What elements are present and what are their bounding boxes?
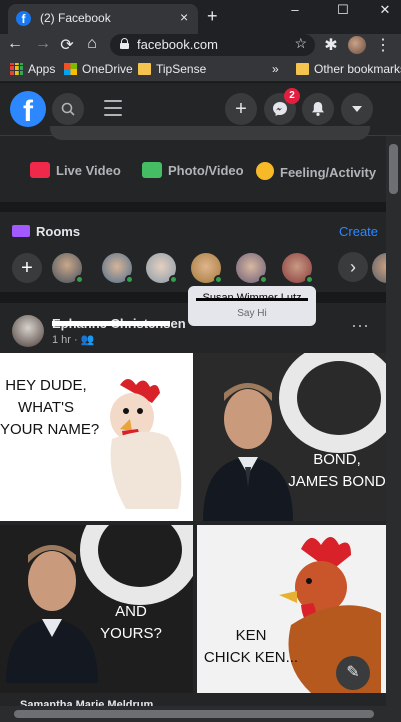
- tab-facebook[interactable]: f (2) Facebook ×: [8, 4, 198, 34]
- vertical-scrollbar[interactable]: [386, 136, 401, 706]
- room-avatar[interactable]: [236, 253, 268, 284]
- facebook-favicon-icon: f: [16, 11, 31, 26]
- bookmark-onedrive[interactable]: OneDrive: [64, 62, 133, 76]
- post-time[interactable]: 1 hr · 👥: [52, 333, 94, 346]
- photo-video-button[interactable]: Photo/Video: [142, 162, 244, 178]
- meme-caption-top-right: BOND, JAMES BOND: [288, 451, 386, 490]
- tab-strip: f (2) Facebook × + – ☐ ✕: [0, 0, 401, 34]
- meme-image[interactable]: HEY DUDE, WHAT'S YOUR NAME? BOND, JAMES …: [0, 353, 386, 693]
- address-bar[interactable]: facebook.com ☆: [110, 34, 315, 56]
- meme-panel-rooster-question: HEY DUDE, WHAT'S YOUR NAME?: [0, 353, 193, 521]
- room-avatar[interactable]: [191, 253, 223, 284]
- feeling-activity-button[interactable]: Feeling/Activity: [256, 162, 376, 180]
- composer-card: Live Video Photo/Video Feeling/Activity: [0, 126, 386, 202]
- browser-window: f (2) Facebook × + – ☐ ✕ ← → ⟳ ⌂ faceboo…: [0, 0, 401, 722]
- extensions-icon[interactable]: ✱: [322, 35, 340, 55]
- forward-button[interactable]: →: [34, 35, 52, 53]
- horizontal-scroll-thumb[interactable]: [14, 710, 374, 718]
- lock-icon: [120, 38, 129, 49]
- room-avatar[interactable]: [146, 253, 178, 284]
- man-portrait-image: [203, 383, 293, 521]
- meme-caption-top-left: HEY DUDE, WHAT'S YOUR NAME?: [0, 377, 100, 438]
- friends-icon: 👥: [80, 334, 95, 346]
- close-window-button[interactable]: ✕: [370, 2, 400, 18]
- rooms-next-button[interactable]: ›: [338, 252, 368, 282]
- video-camera-icon: [12, 225, 30, 237]
- chrome-menu-icon[interactable]: ⋮: [374, 35, 392, 55]
- bookmarks-overflow-button[interactable]: »: [272, 62, 279, 76]
- live-video-icon: [30, 162, 50, 178]
- room-tooltip: Susan Wimmer Lutz Say Hi: [188, 286, 316, 326]
- horizontal-scrollbar[interactable]: [0, 706, 401, 722]
- room-avatar[interactable]: [102, 253, 134, 284]
- meme-panel-bond-answer: BOND, JAMES BOND: [193, 353, 386, 521]
- url-text: facebook.com: [137, 37, 218, 52]
- photo-icon: [142, 162, 162, 178]
- microsoft-icon: [64, 63, 77, 75]
- live-video-button[interactable]: Live Video: [30, 162, 121, 178]
- bookmark-star-icon[interactable]: ☆: [294, 35, 307, 52]
- new-tab-button[interactable]: +: [207, 6, 218, 27]
- toolbar: ← → ⟳ ⌂ facebook.com ☆ ✱ ⋮: [0, 34, 401, 58]
- redaction-bar: [196, 298, 308, 301]
- messenger-badge: 2: [284, 88, 300, 104]
- bell-icon: [312, 102, 324, 116]
- create-button[interactable]: +: [225, 93, 257, 125]
- folder-icon: [296, 63, 309, 75]
- bookmark-other[interactable]: Other bookmarks: [296, 62, 401, 76]
- bookmark-apps[interactable]: Apps: [10, 62, 55, 76]
- feed-post: Ephanne Christensen 1 hr · 👥 ··· HEY DUD…: [0, 303, 386, 711]
- hamburger-icon[interactable]: [104, 100, 122, 118]
- tab-close-icon[interactable]: ×: [180, 9, 188, 25]
- smiley-icon: [256, 162, 274, 180]
- search-icon: [61, 102, 75, 116]
- composer-input[interactable]: [50, 126, 370, 140]
- create-room-button[interactable]: +: [12, 253, 42, 283]
- messenger-icon: [273, 102, 287, 116]
- home-button[interactable]: ⌂: [83, 35, 101, 53]
- rooms-card: Rooms Create +: [0, 212, 401, 292]
- new-message-fab[interactable]: ✎: [336, 656, 370, 690]
- maximize-button[interactable]: ☐: [328, 2, 358, 18]
- account-menu-button[interactable]: [341, 93, 373, 125]
- vertical-scroll-thumb[interactable]: [389, 144, 398, 194]
- man-portrait-image: [6, 545, 98, 683]
- bookmarks-bar: Apps OneDrive TipSense » Other bookmarks: [0, 58, 401, 82]
- rooms-title: Rooms: [12, 224, 80, 239]
- caret-down-icon: [352, 106, 362, 112]
- meme-panel-bond-question: AND YOURS?: [0, 525, 193, 693]
- post-options-button[interactable]: ···: [351, 315, 369, 336]
- rooms-create-link[interactable]: Create: [339, 224, 378, 239]
- reload-button[interactable]: ⟳: [58, 35, 76, 55]
- online-indicator: [305, 275, 314, 284]
- notifications-button[interactable]: [302, 93, 334, 125]
- rooster-image: [110, 379, 182, 509]
- profile-avatar[interactable]: [348, 36, 366, 54]
- folder-icon: [138, 63, 151, 75]
- search-button[interactable]: [52, 93, 84, 125]
- online-indicator: [169, 275, 178, 284]
- online-indicator: [125, 275, 134, 284]
- room-avatar[interactable]: [282, 253, 314, 284]
- author-avatar[interactable]: [12, 315, 44, 347]
- online-indicator: [214, 275, 223, 284]
- meme-caption-bottom-left: AND YOURS?: [100, 603, 162, 642]
- tab-title: (2) Facebook: [40, 11, 111, 25]
- online-indicator: [75, 275, 84, 284]
- minimize-button[interactable]: –: [280, 2, 310, 17]
- room-avatar[interactable]: [52, 253, 84, 284]
- facebook-logo[interactable]: f: [10, 91, 46, 127]
- tooltip-say-hi[interactable]: Say Hi: [188, 308, 316, 319]
- redaction-bar: [52, 321, 170, 326]
- meme-caption-bottom-right: KEN CHICK KEN...: [203, 627, 299, 666]
- online-indicator: [259, 275, 268, 284]
- bookmark-tipsense[interactable]: TipSense: [138, 62, 206, 76]
- back-button[interactable]: ←: [6, 35, 24, 53]
- apps-grid-icon: [10, 63, 23, 75]
